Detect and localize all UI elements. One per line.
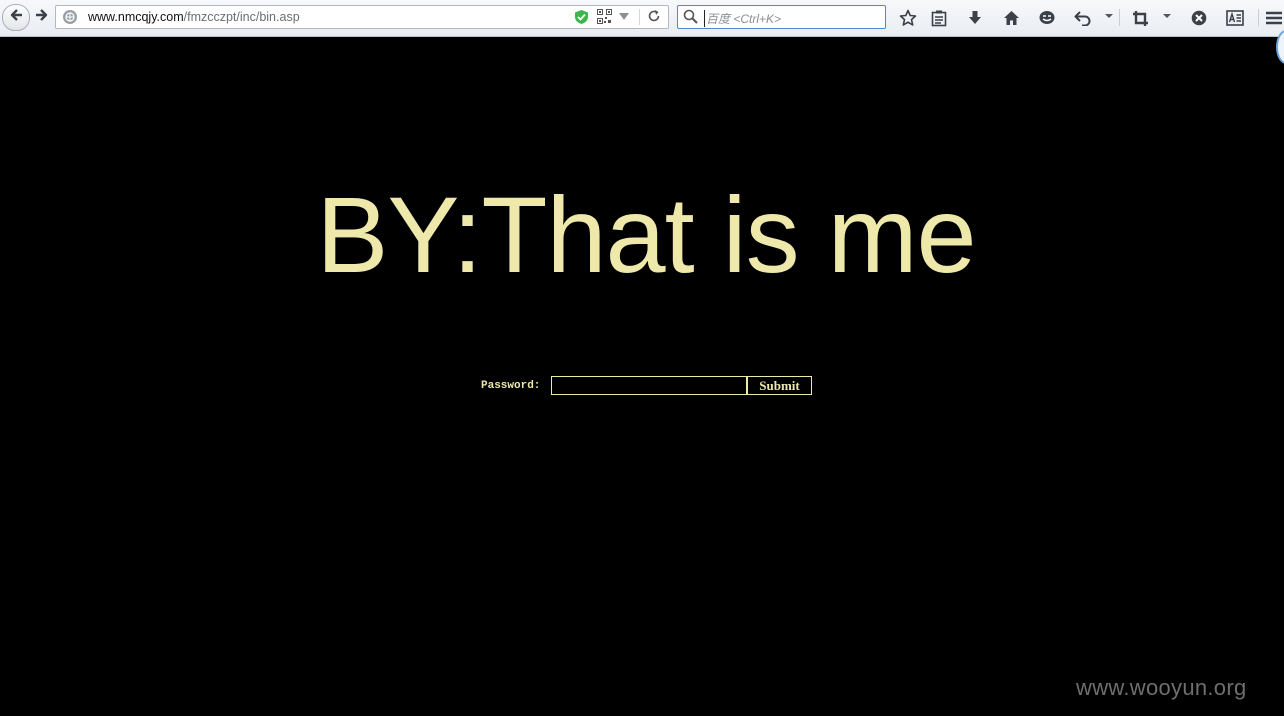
toolbar-separator [1258,9,1259,26]
back-icon [9,8,23,27]
reading-list-icon[interactable] [928,7,950,29]
crop-icon[interactable] [1129,7,1151,29]
browser-toolbar: www.nmcqjy.com/fmzcczpt/inc/bin.asp 百度 <… [0,0,1284,37]
undo-icon[interactable] [1071,7,1093,29]
forward-icon [35,8,49,27]
url-divider [639,9,640,25]
url-text[interactable]: www.nmcqjy.com/fmzcczpt/inc/bin.asp [88,10,300,24]
crop-dropdown-icon[interactable] [1163,14,1171,18]
address-bar[interactable]: www.nmcqjy.com/fmzcczpt/inc/bin.asp [55,5,669,29]
qr-code-icon[interactable] [597,9,612,24]
close-circle-icon[interactable] [1188,7,1210,29]
submit-button[interactable]: Submit [747,376,812,395]
search-bar[interactable]: 百度 <Ctrl+K> [677,5,886,29]
bookmark-star-icon[interactable] [897,7,919,29]
chat-icon[interactable] [1036,7,1058,29]
download-icon[interactable] [964,7,986,29]
watermark: www.wooyun.org [1076,675,1247,700]
url-path: /fmzcczpt/inc/bin.asp [183,10,300,24]
url-host: www.nmcqjy.com [88,10,184,24]
search-placeholder: 百度 <Ctrl+K> [704,10,782,27]
back-button[interactable] [2,4,30,31]
menu-icon[interactable] [1264,7,1284,29]
forward-button[interactable] [31,5,53,29]
password-label: Password: [481,379,541,392]
reload-icon[interactable] [647,9,661,23]
site-identity-icon[interactable] [62,9,78,25]
dropdown-icon[interactable] [619,13,629,21]
undo-dropdown-icon[interactable] [1105,14,1113,18]
home-icon[interactable] [1000,7,1022,29]
reader-icon[interactable] [1224,7,1246,29]
page-heading: BY:That is me [316,174,976,295]
login-form: Password: Submit [481,376,812,395]
toolbar-separator [1119,9,1120,26]
password-input[interactable] [551,376,747,395]
search-icon [683,9,698,24]
shield-check-icon[interactable] [574,9,589,25]
